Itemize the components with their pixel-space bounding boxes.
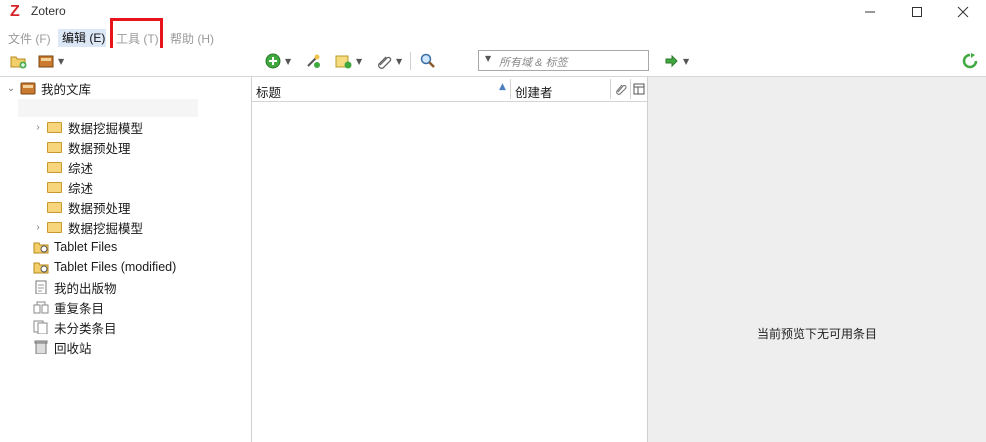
collection-label: 综述 — [68, 181, 94, 196]
collapse-icon[interactable]: ⌄ — [6, 83, 16, 94]
collection-item[interactable]: › 数据挖掘模型 — [33, 217, 143, 237]
maximize-button[interactable] — [894, 0, 940, 24]
items-pane: 标题 ▲ 创建者 — [252, 77, 648, 442]
folder-icon — [47, 141, 62, 153]
menu-file[interactable]: 文件 (F) — [8, 30, 51, 47]
my-publications-label: 我的出版物 — [54, 281, 117, 296]
column-title[interactable]: 标题 — [256, 82, 281, 101]
search-placeholder: 所有域 & 标签 — [499, 57, 568, 69]
collection-label: 数据挖掘模型 — [68, 121, 144, 136]
column-picker-icon[interactable] — [633, 83, 645, 95]
document-icon — [35, 280, 47, 294]
item-pane: 当前预览下无可用条目 — [648, 77, 986, 442]
collections-pane: ⌄ 我的文库 Tablet Files Tablet Files (modifi… — [0, 77, 252, 442]
unfiled-icon — [33, 320, 48, 334]
locate-icon[interactable] — [664, 54, 678, 68]
new-item-icon[interactable] — [265, 53, 281, 69]
new-note-dropdown-icon[interactable]: ▼ — [356, 57, 362, 66]
close-icon — [957, 6, 969, 18]
folder-icon — [47, 161, 62, 173]
folder-icon — [47, 201, 62, 213]
trash[interactable]: 回收站 — [33, 337, 92, 357]
new-item-dropdown-icon[interactable]: ▼ — [285, 57, 291, 66]
sort-ascending-icon[interactable]: ▲ — [499, 82, 506, 92]
unfiled-items-label: 未分类条目 — [54, 321, 117, 336]
attachment-column-icon[interactable] — [615, 82, 627, 96]
zotero-logo-icon: Z — [10, 3, 20, 20]
expand-icon[interactable]: › — [33, 122, 43, 133]
collection-item[interactable]: 综述 — [33, 157, 93, 177]
items-column-header: 标题 ▲ 创建者 — [252, 77, 647, 102]
column-creator[interactable]: 创建者 — [515, 82, 553, 101]
column-divider[interactable] — [610, 79, 611, 99]
close-button[interactable] — [940, 0, 986, 24]
collection-item[interactable]: 数据预处理 — [33, 197, 131, 217]
menu-edit[interactable]: 编辑 (E) — [58, 29, 106, 47]
column-divider — [630, 79, 631, 99]
window-title: Zotero — [31, 4, 66, 18]
duplicate-items-label: 重复条目 — [54, 301, 105, 316]
library-root[interactable]: ⌄ 我的文库 — [6, 78, 91, 98]
attachment-icon[interactable] — [376, 53, 392, 69]
column-divider[interactable] — [510, 79, 511, 99]
duplicate-items[interactable]: 重复条目 — [33, 297, 104, 317]
saved-search-icon — [33, 242, 49, 254]
collection-item[interactable]: › 数据挖掘模型 — [33, 117, 143, 137]
maximize-icon — [912, 7, 922, 17]
locate-dropdown-icon[interactable]: ▼ — [683, 57, 689, 66]
attachment-dropdown-icon[interactable]: ▼ — [396, 57, 402, 66]
collection-item[interactable]: 综述 — [33, 177, 93, 197]
collection-label: 数据预处理 — [68, 201, 131, 216]
saved-search-label: Tablet Files (modified) — [54, 260, 177, 274]
collection-label: 数据挖掘模型 — [68, 221, 144, 236]
unfiled-items[interactable]: 未分类条目 — [33, 317, 117, 337]
duplicate-icon — [33, 301, 49, 314]
saved-search-tablet-files-modified[interactable]: Tablet Files (modified) — [33, 257, 176, 277]
collection-label: 综述 — [68, 161, 94, 176]
search-mode-dropdown-icon[interactable]: ▼ — [485, 54, 491, 63]
minimize-icon — [865, 11, 875, 13]
new-library-dropdown-icon[interactable]: ▼ — [58, 57, 64, 66]
my-publications[interactable]: 我的出版物 — [33, 277, 117, 297]
library-root-label: 我的文库 — [41, 82, 92, 97]
folder-icon — [47, 181, 62, 193]
trash-label: 回收站 — [54, 341, 92, 356]
new-library-icon[interactable] — [38, 53, 55, 69]
collection-label: 数据预处理 — [68, 141, 131, 156]
folder-icon — [47, 221, 62, 233]
search-input[interactable]: ▼ 所有域 & 标签 — [478, 50, 649, 71]
saved-search-tablet-files[interactable]: Tablet Files — [33, 237, 117, 257]
sync-icon[interactable] — [962, 53, 978, 69]
blurred-row — [18, 99, 198, 117]
advanced-search-icon[interactable] — [420, 53, 436, 69]
menu-help[interactable]: 帮助 (H) — [170, 30, 214, 47]
new-note-icon[interactable] — [335, 53, 352, 69]
folder-icon — [47, 121, 62, 133]
saved-search-label: Tablet Files — [54, 240, 118, 254]
collection-item[interactable]: 数据预处理 — [33, 137, 131, 157]
expand-icon[interactable]: › — [33, 222, 43, 233]
add-by-identifier-icon[interactable] — [305, 53, 321, 69]
minimize-button[interactable] — [847, 0, 893, 24]
no-item-message: 当前预览下无可用条目 — [756, 327, 877, 341]
library-icon — [20, 82, 36, 95]
toolbar-divider — [410, 52, 411, 70]
saved-search-icon — [33, 262, 49, 274]
new-collection-icon[interactable] — [10, 53, 27, 69]
trash-icon — [34, 340, 48, 354]
